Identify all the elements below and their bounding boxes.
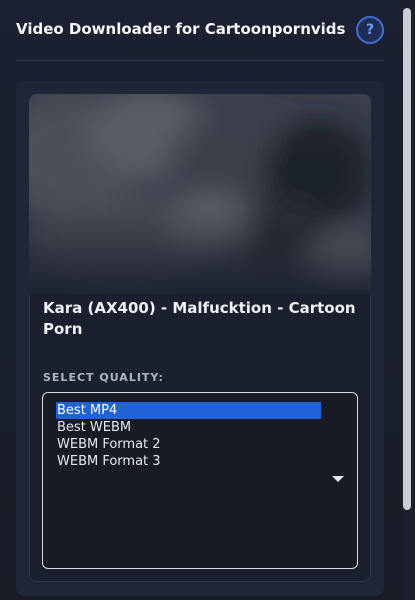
quality-select[interactable]: Best MP4 Best WEBM WEBM Format 2 WEBM Fo… (42, 392, 358, 569)
page-title: Video Downloader for Cartoonpornvids (16, 20, 346, 38)
chevron-down-icon[interactable] (332, 476, 344, 482)
video-title: Kara (AX400) - Malfucktion - Cartoon Por… (43, 299, 356, 338)
quality-option-best-mp4[interactable]: Best MP4 (56, 402, 321, 419)
header-divider (16, 60, 384, 61)
quality-option-webm-format-2[interactable]: WEBM Format 2 (56, 436, 321, 453)
quality-option-webm-format-3[interactable]: WEBM Format 3 (56, 453, 321, 470)
select-quality-label: SELECT QUALITY: (43, 371, 164, 384)
help-button[interactable]: ? (356, 16, 384, 44)
scrollbar-thumb[interactable] (403, 8, 411, 510)
blurred-thumbnail-image (29, 94, 371, 294)
app-window: Video Downloader for Cartoonpornvids ? K… (0, 0, 415, 600)
quality-option-best-webm[interactable]: Best WEBM (56, 419, 321, 436)
video-thumbnail (29, 94, 371, 294)
header: Video Downloader for Cartoonpornvids ? (16, 14, 384, 46)
